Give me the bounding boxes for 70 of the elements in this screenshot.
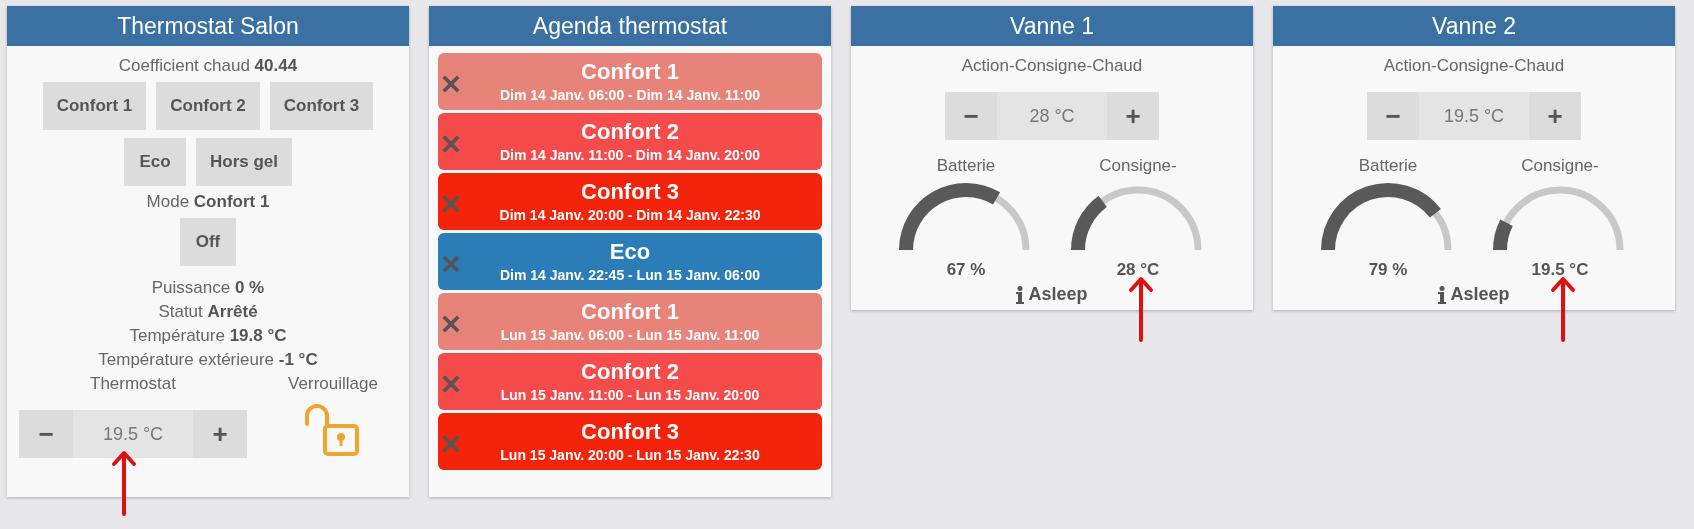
- gauge-reading: 19.5 °C: [1531, 260, 1589, 280]
- field-label: Action-Consigne-Chaud: [961, 55, 1143, 77]
- entry-title: Confort 3: [580, 178, 680, 205]
- increase-button[interactable]: +: [193, 410, 247, 458]
- gauge-reading: 67 %: [946, 260, 986, 280]
- setpoint-value: 28 °C: [1028, 104, 1076, 128]
- info-text: Température extérieure -1 °C: [98, 349, 318, 371]
- setpoint-value: 19.5 °C: [1442, 104, 1506, 128]
- schedule-entry[interactable]: Eco Dim 14 Janv. 22:45 - Lun 15 Janv. 06:00: [438, 233, 822, 290]
- increase-button[interactable]: +: [1107, 92, 1159, 140]
- decrease-button[interactable]: −: [1367, 92, 1419, 140]
- mode-button[interactable]: Confort 2: [156, 82, 260, 130]
- entry-title: Confort 1: [580, 58, 680, 85]
- info-text: Température 19.8 °C: [128, 325, 288, 347]
- entry-period: Dim 14 Janv. 06:00 - Dim 14 Janv. 11:00: [498, 85, 762, 105]
- card-title: Vanne 2: [1273, 6, 1675, 46]
- delete-icon[interactable]: [442, 255, 460, 273]
- annotation-arrow: [111, 450, 137, 516]
- delete-icon[interactable]: [442, 375, 460, 393]
- increase-button[interactable]: +: [1529, 92, 1581, 140]
- schedule-entry[interactable]: Confort 3 Lun 15 Janv. 20:00 - Lun 15 Janv. 22:30: [438, 413, 822, 470]
- field-label: Action-Consigne-Chaud: [1383, 55, 1565, 77]
- gauge-label: Batterie: [936, 155, 996, 177]
- annotation-arrow: [1550, 276, 1576, 342]
- mode-button[interactable]: Eco: [124, 138, 186, 186]
- entry-title: Confort 1: [580, 298, 680, 325]
- entry-title: Confort 3: [580, 418, 680, 445]
- card-title: Agenda thermostat: [429, 6, 831, 46]
- entry-title: Confort 2: [580, 358, 680, 385]
- entry-period: Dim 14 Janv. 11:00 - Dim 14 Janv. 20:00: [498, 145, 762, 165]
- gauge-label: Consigne-: [1521, 155, 1599, 177]
- annotation-arrow: [1128, 276, 1154, 342]
- entry-period: Dim 14 Janv. 20:00 - Dim 14 Janv. 22:30: [498, 205, 762, 225]
- status-text: Asleep: [1450, 284, 1510, 305]
- schedule-entry[interactable]: Confort 3 Dim 14 Janv. 20:00 - Dim 14 Janv. 22:30: [438, 173, 822, 230]
- entry-period: Dim 14 Janv. 22:45 - Lun 15 Janv. 06:00: [498, 265, 762, 285]
- entry-period: Lun 15 Janv. 11:00 - Lun 15 Janv. 20:00: [499, 385, 761, 405]
- entry-title: Eco: [608, 238, 652, 265]
- delete-icon[interactable]: [442, 135, 460, 153]
- schedule-entry[interactable]: Confort 2 Lun 15 Janv. 11:00 - Lun 15 Janv. 20:00: [438, 353, 822, 410]
- setpoint-value: 19.5 °C: [73, 410, 193, 458]
- card-title: Thermostat Salon: [7, 6, 409, 46]
- delete-icon[interactable]: [442, 195, 460, 213]
- gauge-reading: 28 °C: [1116, 260, 1160, 280]
- mode-button[interactable]: Confort 3: [269, 82, 374, 130]
- mode-button[interactable]: Hors gel: [196, 138, 292, 186]
- card-title: Vanne 1: [851, 6, 1253, 46]
- decrease-button[interactable]: −: [945, 92, 997, 140]
- field-label: Thermostat: [90, 373, 176, 395]
- status-text: Asleep: [1028, 284, 1088, 305]
- info-text: Coefficient chaud 40.44: [118, 55, 298, 77]
- field-label: Verrouillage: [288, 373, 378, 395]
- info-text: Puissance 0 %: [150, 277, 266, 299]
- info-text: Mode Confort 1: [146, 191, 270, 213]
- delete-icon[interactable]: [442, 315, 460, 333]
- entry-period: Lun 15 Janv. 06:00 - Lun 15 Janv. 11:00: [499, 325, 761, 345]
- info-icon: [1016, 285, 1025, 304]
- gauge-reading: 79 %: [1368, 260, 1408, 280]
- gauge-label: Consigne-: [1099, 155, 1177, 177]
- info-icon: [1438, 285, 1447, 304]
- mode-button[interactable]: Confort 1: [42, 82, 147, 130]
- gauge-label: Batterie: [1358, 155, 1418, 177]
- entry-title: Confort 2: [580, 118, 680, 145]
- info-text: Statut Arrêté: [157, 301, 259, 323]
- delete-icon[interactable]: [442, 75, 460, 93]
- schedule-entry[interactable]: Confort 2 Dim 14 Janv. 11:00 - Dim 14 Janv. 20:00: [438, 113, 822, 170]
- entry-period: Lun 15 Janv. 20:00 - Lun 15 Janv. 22:30: [499, 445, 761, 465]
- decrease-button[interactable]: −: [19, 410, 73, 458]
- delete-icon[interactable]: [442, 435, 460, 453]
- off-button[interactable]: Off: [180, 218, 236, 266]
